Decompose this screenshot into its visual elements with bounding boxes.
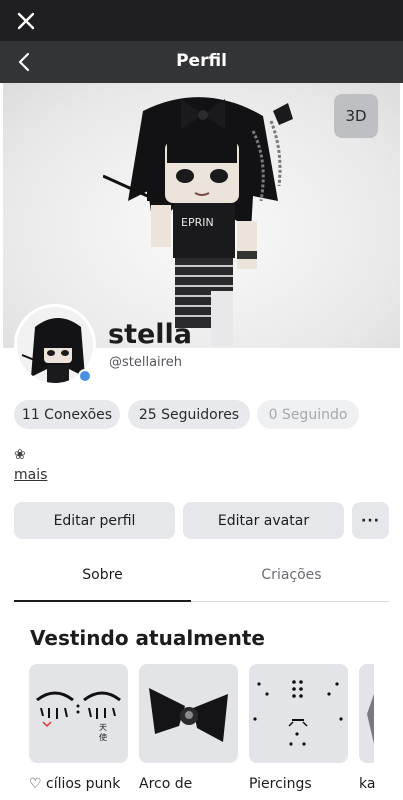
piercings-image [253, 680, 343, 746]
top-bar [0, 0, 403, 41]
item-card[interactable] [139, 664, 238, 763]
item-card[interactable] [249, 664, 348, 763]
close-icon[interactable] [14, 9, 38, 33]
edit-avatar-button[interactable]: Editar avatar [183, 502, 344, 539]
accessory-image [367, 694, 374, 744]
avatar-3d-image: EPRIN [103, 97, 293, 346]
wearing-section-title: Vestindo atualmente [30, 626, 265, 650]
bow-image [149, 688, 228, 742]
svg-text:EPRIN: EPRIN [181, 216, 214, 229]
bio-flower-icon: ❀ [14, 447, 26, 463]
item-label[interactable]: ♡ cílios punk [29, 776, 120, 792]
nav-bar: Perfil [0, 41, 403, 83]
more-options-button[interactable]: ··· [352, 502, 389, 539]
page-title: Perfil [176, 51, 227, 71]
svg-text:使: 使 [99, 732, 107, 742]
tab-about[interactable]: Sobre [14, 567, 191, 583]
bio-more-link[interactable]: mais [14, 467, 47, 483]
followers-chip[interactable]: 25 Seguidores [128, 400, 250, 429]
item-label[interactable]: ka [359, 776, 403, 792]
online-status-dot [78, 369, 92, 383]
item-card[interactable]: 天 使 [29, 664, 128, 763]
item-card[interactable] [359, 664, 374, 763]
view-3d-button[interactable]: 3D [334, 94, 378, 138]
connections-chip[interactable]: 11 Conexões [14, 400, 120, 429]
active-tab-indicator [14, 600, 191, 602]
punk-lashes-image: 天 使 [36, 691, 121, 742]
following-chip[interactable]: 0 Seguindo [257, 400, 359, 429]
edit-profile-button[interactable]: Editar perfil [14, 502, 175, 539]
tab-creations[interactable]: Criações [203, 567, 380, 583]
svg-text:天: 天 [99, 723, 107, 732]
display-name: stella [108, 319, 193, 350]
item-label[interactable]: Arco de [139, 776, 192, 792]
username: @stellaireh [109, 355, 182, 370]
item-label[interactable]: Piercings [249, 776, 312, 792]
